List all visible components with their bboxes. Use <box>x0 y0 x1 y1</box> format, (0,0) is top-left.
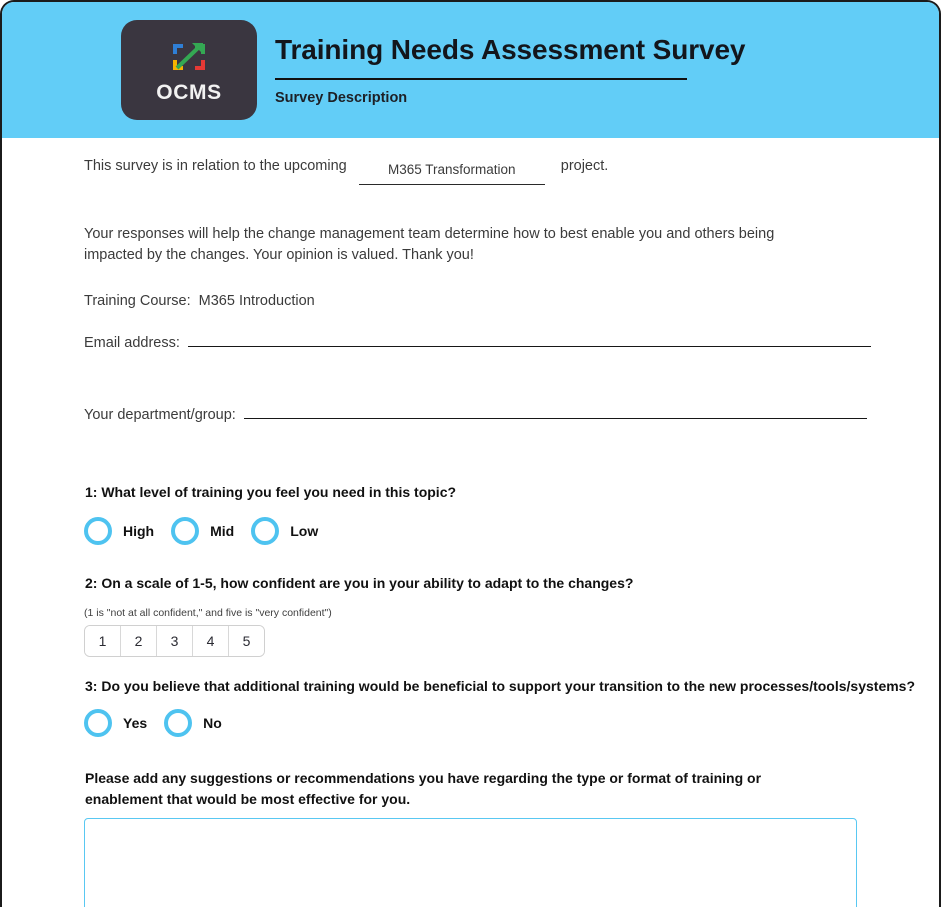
intro-paragraph: Your responses will help the change mana… <box>84 226 775 264</box>
radio-option-low[interactable]: Low <box>251 517 318 545</box>
question-2-hint: (1 is "not at all confident," and five i… <box>84 607 332 619</box>
email-field-label: Email address: <box>84 335 180 351</box>
department-input[interactable] <box>243 404 867 419</box>
training-course-line: Training Course: M365 Introduction <box>84 293 315 309</box>
survey-body: This survey is in relation to the upcomi… <box>2 138 939 907</box>
intro-line: This survey is in relation to the upcomi… <box>84 158 609 185</box>
question-1-text: 1: What level of training you feel you n… <box>85 484 457 500</box>
radio-option-no[interactable]: No <box>164 709 222 737</box>
radio-label-no: No <box>203 715 222 731</box>
question-3-text: 3: Do you believe that additional traini… <box>85 678 916 694</box>
radio-circle-icon[interactable] <box>164 709 193 737</box>
scale-option-1[interactable]: 1 <box>85 626 121 656</box>
survey-subtitle: Survey Description <box>275 89 408 106</box>
question-2-text: 2: On a scale of 1-5, how confident are … <box>85 575 634 591</box>
scale-option-2[interactable]: 2 <box>121 626 157 656</box>
scale-option-3[interactable]: 3 <box>157 626 193 656</box>
radio-circle-icon[interactable] <box>171 517 200 545</box>
ocms-logo: OCMS <box>121 20 257 120</box>
scale-option-4[interactable]: 4 <box>193 626 229 656</box>
question-1-options: High Mid Low <box>84 517 335 545</box>
department-field-label: Your department/group: <box>84 407 236 423</box>
training-course-label: Training Course: <box>84 293 191 309</box>
radio-label-high: High <box>123 523 155 539</box>
page-title: Training Needs Assessment Survey <box>275 33 746 65</box>
comments-textarea[interactable] <box>84 818 857 907</box>
radio-option-high[interactable]: High <box>84 517 154 545</box>
radio-circle-icon[interactable] <box>251 517 280 545</box>
email-field-row: Email address: <box>84 332 871 351</box>
training-course-value: M365 Introduction <box>198 293 315 309</box>
intro-lead-text: This survey is in relation to the upcomi… <box>84 158 347 174</box>
survey-page: OCMS Training Needs Assessment Survey Su… <box>0 0 941 907</box>
intro-tail-text: project. <box>560 158 609 174</box>
survey-header-banner: OCMS Training Needs Assessment Survey Su… <box>2 2 939 138</box>
radio-option-mid[interactable]: Mid <box>171 517 234 545</box>
radio-circle-icon[interactable] <box>84 517 112 545</box>
radio-option-yes[interactable]: Yes <box>84 709 147 737</box>
scale-option-5[interactable]: 5 <box>229 626 264 656</box>
comments-prompt: Please add any suggestions or recommenda… <box>85 770 762 807</box>
radio-label-low: Low <box>290 523 319 539</box>
radio-label-yes: Yes <box>123 715 148 731</box>
title-divider <box>275 77 687 80</box>
question-2-scale-group: 1 2 3 4 5 <box>84 625 265 657</box>
radio-circle-icon[interactable] <box>84 709 112 737</box>
expand-arrow-brackets-icon <box>173 42 205 70</box>
department-field-row: Your department/group: <box>84 404 867 423</box>
radio-label-mid: Mid <box>210 523 235 539</box>
project-name-field[interactable]: M365 Transformation <box>358 162 545 185</box>
email-input[interactable] <box>187 332 871 347</box>
ocms-wordmark: OCMS <box>156 80 222 104</box>
header-text-block: Training Needs Assessment Survey Survey … <box>275 33 746 107</box>
question-3-options: Yes No <box>84 709 239 737</box>
